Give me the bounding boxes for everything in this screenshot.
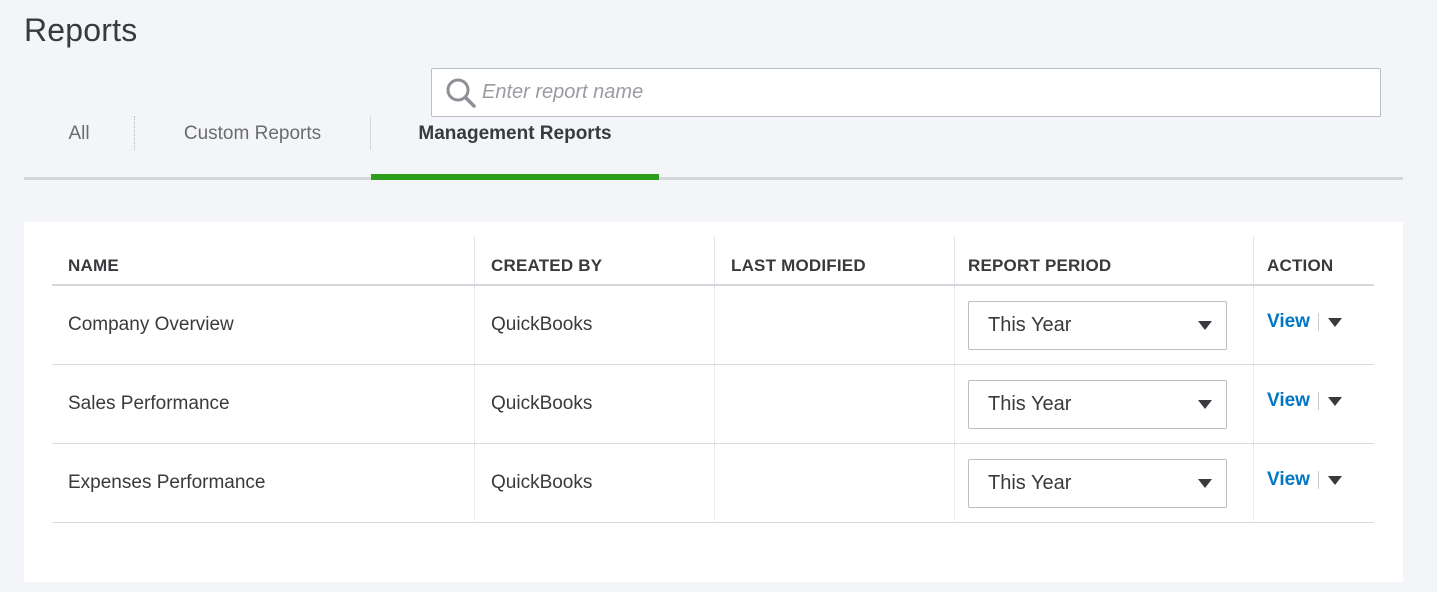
report-created-by: QuickBooks	[474, 365, 714, 443]
report-created-by: QuickBooks	[474, 286, 714, 364]
report-period-cell: This Year	[954, 365, 1253, 443]
report-name[interactable]: Expenses Performance	[52, 444, 474, 522]
report-name[interactable]: Sales Performance	[52, 365, 474, 443]
reports-table-card: NAME CREATED BY LAST MODIFIED REPORT PER…	[24, 222, 1403, 582]
action-divider	[1317, 392, 1319, 410]
column-header-action: ACTION	[1253, 236, 1374, 284]
column-header-created-by[interactable]: CREATED BY	[474, 236, 714, 284]
report-period-value: This Year	[988, 471, 1072, 494]
action-divider	[1317, 471, 1319, 489]
action-divider	[1317, 313, 1319, 331]
table-header: NAME CREATED BY LAST MODIFIED REPORT PER…	[52, 236, 1374, 286]
report-period-select[interactable]: This Year	[968, 379, 1227, 429]
column-header-name[interactable]: NAME	[52, 236, 474, 284]
report-period-select[interactable]: This Year	[968, 300, 1227, 350]
action-cell: View	[1253, 444, 1374, 522]
tab-all[interactable]: All	[24, 104, 134, 177]
reports-page: Reports All Custom Reports Management Re…	[0, 0, 1437, 592]
tab-management-reports[interactable]: Management Reports	[371, 104, 659, 180]
view-link[interactable]: View	[1267, 390, 1310, 412]
column-header-last-modified[interactable]: LAST MODIFIED	[714, 236, 954, 284]
report-last-modified	[714, 286, 954, 364]
caret-down-icon[interactable]	[1325, 312, 1345, 332]
reports-table: NAME CREATED BY LAST MODIFIED REPORT PER…	[52, 236, 1374, 523]
report-period-value: This Year	[988, 313, 1072, 336]
view-link[interactable]: View	[1267, 311, 1310, 333]
report-tabs: All Custom Reports Management Reports	[24, 104, 1403, 180]
report-search-input[interactable]	[482, 81, 1362, 104]
chevron-down-icon	[1198, 478, 1212, 488]
report-created-by: QuickBooks	[474, 444, 714, 522]
view-link[interactable]: View	[1267, 469, 1310, 491]
report-last-modified	[714, 365, 954, 443]
page-title: Reports	[24, 12, 138, 48]
report-period-cell: This Year	[954, 444, 1253, 522]
action-cell: View	[1253, 286, 1374, 364]
action-cell: View	[1253, 365, 1374, 443]
chevron-down-icon	[1198, 399, 1212, 409]
chevron-down-icon	[1198, 320, 1212, 330]
column-header-report-period: REPORT PERIOD	[954, 236, 1253, 284]
table-row: Expenses Performance QuickBooks This Yea…	[52, 444, 1374, 523]
report-name[interactable]: Company Overview	[52, 286, 474, 364]
table-row: Company Overview QuickBooks This Year Vi…	[52, 286, 1374, 365]
report-period-value: This Year	[988, 392, 1072, 415]
report-period-cell: This Year	[954, 286, 1253, 364]
report-last-modified	[714, 444, 954, 522]
caret-down-icon[interactable]	[1325, 470, 1345, 490]
report-period-select[interactable]: This Year	[968, 458, 1227, 508]
table-row: Sales Performance QuickBooks This Year V…	[52, 365, 1374, 444]
caret-down-icon[interactable]	[1325, 391, 1345, 411]
tab-custom-reports[interactable]: Custom Reports	[135, 104, 370, 177]
